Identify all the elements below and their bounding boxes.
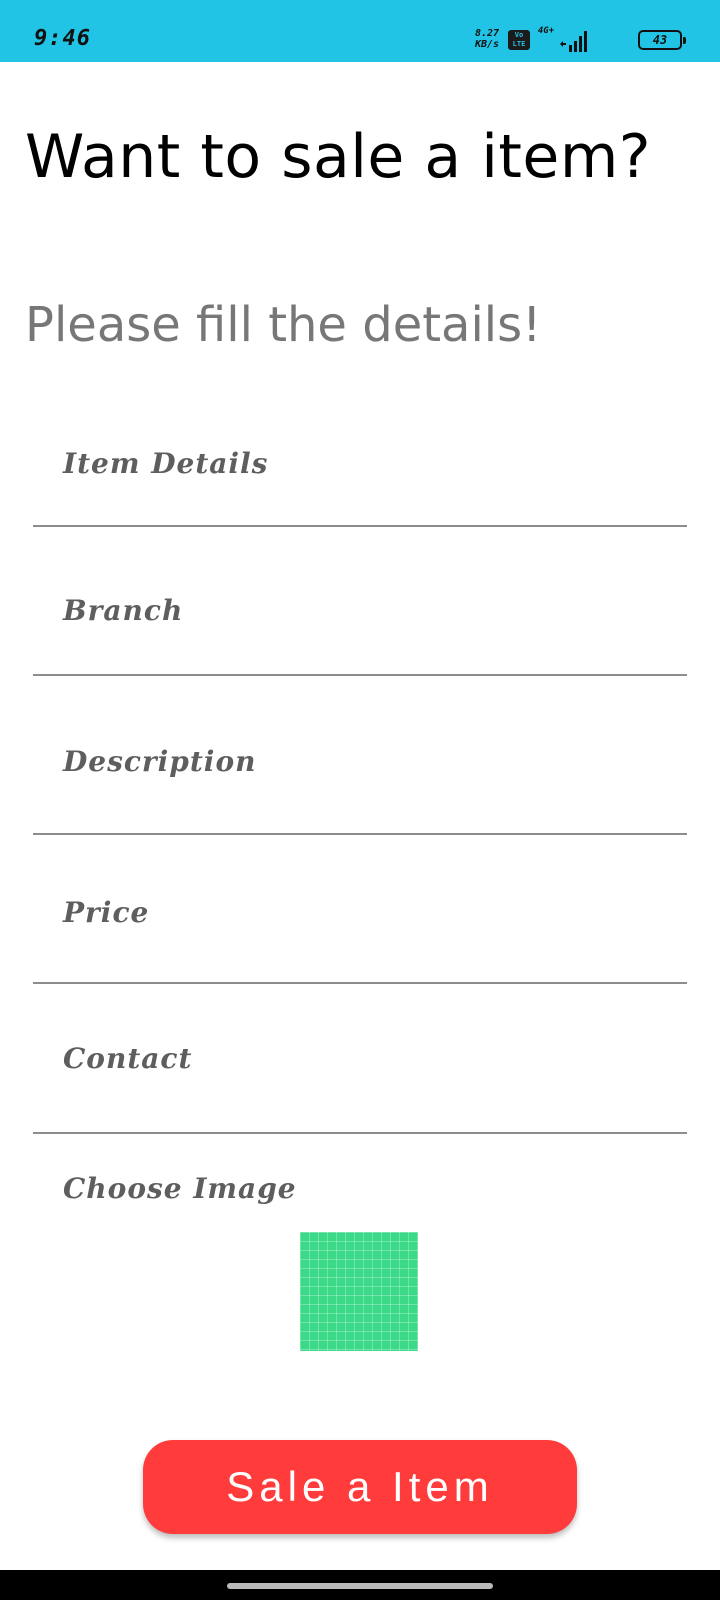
price-underline bbox=[33, 982, 687, 984]
volte-icon: Vo LTE bbox=[508, 30, 530, 50]
navigation-bar bbox=[0, 1570, 720, 1600]
item-details-field[interactable]: Item Details bbox=[33, 447, 687, 527]
price-label: Price bbox=[63, 896, 150, 929]
description-underline bbox=[33, 833, 687, 835]
image-picker-icon[interactable] bbox=[300, 1232, 418, 1351]
page-subtitle: Please fill the details! bbox=[25, 297, 542, 353]
page-title: Want to sale a item? bbox=[25, 122, 652, 192]
choose-image-label: Choose Image bbox=[63, 1172, 297, 1205]
signal-strength-icon bbox=[560, 31, 587, 52]
network-speed-unit: KB/s bbox=[474, 39, 500, 50]
sale-item-button[interactable]: Sale a Item bbox=[143, 1440, 577, 1534]
contact-label: Contact bbox=[63, 1042, 193, 1075]
contact-field[interactable]: Contact bbox=[33, 1042, 687, 1134]
description-field[interactable]: Description bbox=[33, 745, 687, 835]
branch-underline bbox=[33, 674, 687, 676]
network-type: 4G+ bbox=[537, 26, 555, 36]
item-details-underline bbox=[33, 525, 687, 527]
volte-line2: LTE bbox=[512, 40, 526, 48]
home-indicator[interactable] bbox=[227, 1583, 493, 1589]
description-label: Description bbox=[63, 745, 257, 778]
branch-label: Branch bbox=[63, 594, 184, 627]
network-speed: 8.27 KB/s bbox=[470, 28, 504, 50]
status-icons: 8.27 KB/s Vo LTE 4G+ 43 bbox=[422, 24, 686, 52]
network-speed-value: 8.27 bbox=[474, 28, 500, 39]
status-time: 9:46 bbox=[34, 26, 91, 51]
status-bar: 9:46 8.27 KB/s Vo LTE 4G+ 43 bbox=[0, 0, 720, 62]
contact-underline bbox=[33, 1132, 687, 1134]
battery-icon: 43 bbox=[638, 30, 686, 50]
branch-field[interactable]: Branch bbox=[33, 594, 687, 676]
volte-line1: Vo bbox=[514, 31, 524, 39]
sale-item-screen: 9:46 8.27 KB/s Vo LTE 4G+ 43 Want to sal… bbox=[0, 0, 720, 1600]
item-details-label: Item Details bbox=[63, 447, 269, 480]
price-field[interactable]: Price bbox=[33, 896, 687, 984]
battery-level: 43 bbox=[652, 33, 668, 47]
